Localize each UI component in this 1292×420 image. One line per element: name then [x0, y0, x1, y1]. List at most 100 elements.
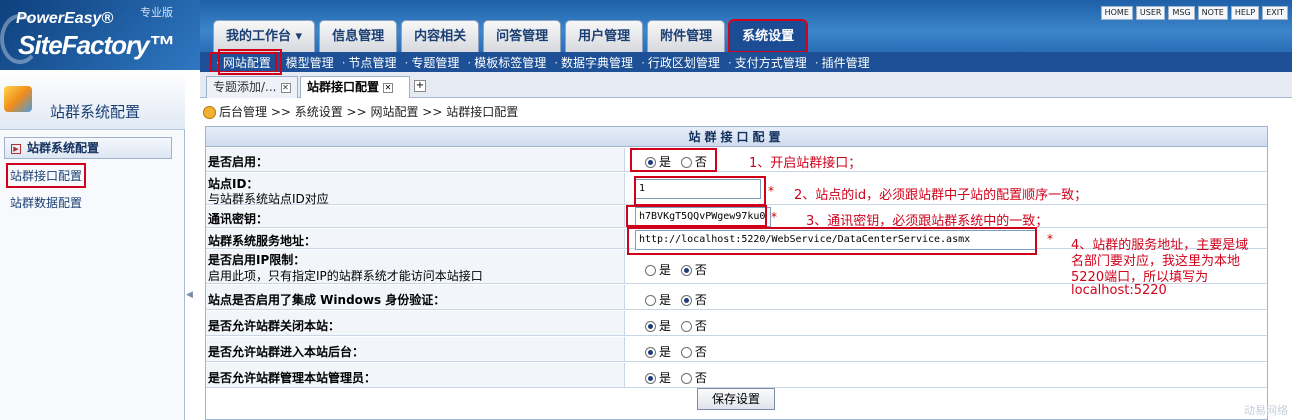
- allow-backend-radio-group: 是 否: [645, 343, 713, 360]
- home-link[interactable]: HOME: [1100, 6, 1133, 20]
- sidebar-header: 站群系统配置: [0, 72, 185, 130]
- subnav-label: 行政区划管理: [647, 55, 720, 70]
- tab-info-management[interactable]: 信息管理: [319, 20, 398, 52]
- watermark: 动易网络: [1244, 404, 1288, 417]
- subnav-label: 插件管理: [821, 55, 870, 70]
- allow-backend-yes-radio[interactable]: [645, 347, 656, 358]
- sidebar-group[interactable]: ▶ 站群系统配置: [4, 137, 172, 159]
- subnav-payment-methods[interactable]: · 支付方式管理: [724, 54, 811, 71]
- annotation-4-line4: localhost:5220: [1071, 283, 1167, 298]
- home-icon[interactable]: [203, 106, 216, 119]
- yes-label: 是: [659, 319, 672, 333]
- no-label: 否: [694, 371, 707, 385]
- value-cell: 是 否: [624, 311, 1267, 335]
- tab-workbench[interactable]: 我的工作台 ▾: [213, 20, 316, 52]
- tab-content[interactable]: 内容相关: [401, 20, 480, 52]
- sub-navigation: · 网站配置 · 模型管理 · 节点管理 · 专题管理 · 模板标签管理 · 数据字典管理 …: [200, 51, 1292, 73]
- subnav-regions[interactable]: · 行政区划管理: [637, 54, 724, 71]
- allow-admin-no-radio[interactable]: [680, 373, 692, 384]
- tab-qa[interactable]: 问答管理: [483, 20, 562, 52]
- windows-auth-no-radio[interactable]: [680, 295, 692, 306]
- breadcrumb-text: 后台管理 >> 系统设置 >> 网站配置 >> 站群接口配置: [219, 105, 519, 119]
- sidebar-collapse-icon[interactable]: ◀: [186, 290, 194, 310]
- tab-attachments[interactable]: 附件管理: [647, 20, 726, 52]
- label-key: 通讯密钥：: [208, 212, 269, 226]
- windows-auth-radio-group: 是 否: [645, 291, 713, 308]
- doc-tab-label: 站群接口配置: [307, 80, 380, 94]
- yes-label: 是: [659, 263, 672, 277]
- label-allow-admin: 是否允许站群管理本站管理员：: [208, 371, 377, 385]
- exit-link[interactable]: EXIT: [1262, 6, 1288, 20]
- allow-backend-no-radio[interactable]: [680, 347, 692, 358]
- subnav-data-dictionary[interactable]: · 数据字典管理: [550, 54, 637, 71]
- add-tab-icon[interactable]: +: [414, 80, 426, 92]
- highlight-box-site-config: [218, 49, 282, 75]
- help-link[interactable]: HELP: [1230, 6, 1260, 20]
- sidebar-item-cluster-interface[interactable]: 站群接口配置: [5, 163, 87, 188]
- save-button[interactable]: 保存设置: [697, 388, 775, 410]
- ip-limit-no-radio[interactable]: [680, 265, 692, 276]
- cube-icon: [4, 86, 32, 112]
- subnav-label: 模板标签管理: [474, 55, 547, 70]
- top-header: PowerEasy® SiteFactory™ 专业版 我的工作台 ▾ 信息管理…: [0, 0, 1292, 70]
- row-allow-backend: 是否允许站群进入本站后台： 是 否: [206, 337, 1267, 362]
- tab-system-settings[interactable]: 系统设置: [728, 19, 809, 53]
- close-icon[interactable]: ✕: [383, 82, 394, 93]
- edition-label: 专业版: [140, 6, 173, 19]
- row-allow-close: 是否允许站群关闭本站： 是 否: [206, 311, 1267, 336]
- subnav-node-management[interactable]: · 节点管理: [338, 54, 401, 71]
- no-label: 否: [694, 263, 707, 277]
- subnav-label: 专题管理: [411, 55, 460, 70]
- label-allow-close: 是否允许站群关闭本站：: [208, 319, 341, 333]
- ip-limit-radio-group: 是 否: [645, 261, 713, 278]
- breadcrumb: 后台管理 >> 系统设置 >> 网站配置 >> 站群接口配置: [203, 102, 1292, 122]
- annotation-3: 3、通讯密钥，必须跟站群系统中的一致；: [806, 214, 1049, 229]
- value-cell: 是 否: [624, 363, 1267, 387]
- label-site-id-sub: 与站群系统站点ID对应: [208, 192, 329, 206]
- no-label: 否: [694, 293, 707, 307]
- yes-label: 是: [659, 371, 672, 385]
- value-cell: 是 否: [624, 285, 1267, 309]
- close-icon[interactable]: ✕: [280, 82, 291, 93]
- yes-label: 是: [659, 345, 672, 359]
- subnav-template-tags[interactable]: · 模板标签管理: [463, 54, 550, 71]
- highlight-box-enable: [630, 148, 717, 172]
- ip-limit-yes-radio[interactable]: [645, 265, 656, 276]
- required-star: *: [1047, 232, 1053, 246]
- allow-close-yes-radio[interactable]: [645, 321, 656, 332]
- subnav-label: 节点管理: [348, 55, 397, 70]
- subnav-plugins[interactable]: · 插件管理: [811, 54, 874, 71]
- annotation-2: 2、站点的id，必须跟站群中子站的配置顺序一致；: [794, 188, 1088, 203]
- user-link[interactable]: USER: [1135, 6, 1166, 20]
- label-ip-limit-sub: 启用此项，只有指定IP的站群系统才能访问本站接口: [208, 269, 483, 283]
- windows-auth-yes-radio[interactable]: [645, 295, 656, 306]
- msg-link[interactable]: MSG: [1168, 6, 1195, 20]
- doc-tab-cluster-config[interactable]: 站群接口配置 ✕: [300, 76, 410, 98]
- highlight-box-site-id: [634, 176, 766, 206]
- form-title: 站群接口配置: [206, 127, 1267, 147]
- tab-users[interactable]: 用户管理: [565, 20, 644, 52]
- allow-close-no-radio[interactable]: [680, 321, 692, 332]
- subnav-model-management[interactable]: · 模型管理: [275, 54, 338, 71]
- label-service-url: 站群系统服务地址：: [208, 234, 317, 248]
- note-link[interactable]: NOTE: [1197, 6, 1228, 20]
- label-windows-auth: 站点是否启用了集成 Windows 身份验证：: [208, 293, 446, 307]
- utility-links: HOME USER MSG NOTE HELP EXIT: [1100, 6, 1288, 20]
- subnav-label: 模型管理: [285, 55, 334, 70]
- sidebar-title: 站群系统配置: [50, 103, 141, 121]
- allow-admin-radio-group: 是 否: [645, 369, 713, 386]
- logo: PowerEasy® SiteFactory™ 专业版: [0, 0, 200, 70]
- logo-line1: PowerEasy®: [16, 10, 114, 27]
- no-label: 否: [694, 319, 707, 333]
- sidebar-item-cluster-data[interactable]: 站群数据配置: [10, 194, 82, 211]
- highlight-box-service-url: [627, 227, 1037, 255]
- doc-tab-topic-add[interactable]: 专题添加/... ✕: [206, 76, 298, 98]
- main-tabs: 我的工作台 ▾ 信息管理 内容相关 问答管理 用户管理 附件管理 系统设置: [213, 19, 809, 53]
- label-enable: 是否启用：: [208, 155, 269, 169]
- logo-line2: SiteFactory™: [18, 30, 175, 60]
- subnav-topic-management[interactable]: · 专题管理: [401, 54, 464, 71]
- subnav-label: 数据字典管理: [561, 55, 634, 70]
- allow-admin-yes-radio[interactable]: [645, 373, 656, 384]
- sidebar-group-label: 站群系统配置: [27, 141, 100, 155]
- document-tabs: 专题添加/... ✕ 站群接口配置 ✕ +: [200, 72, 1292, 98]
